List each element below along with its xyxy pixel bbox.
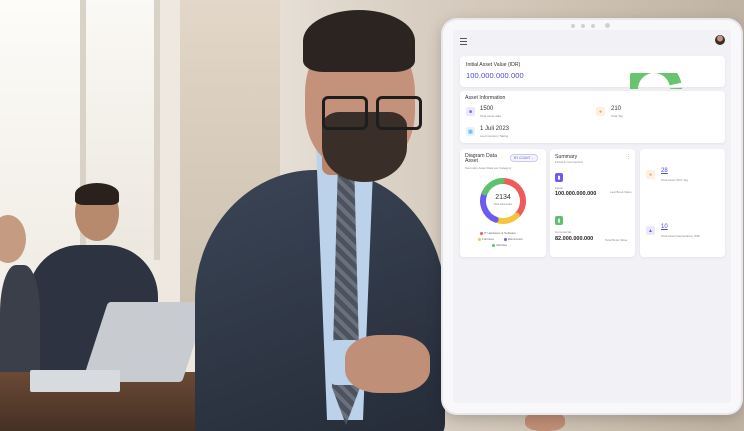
asset-depreciation-label: Total Asset Depreciation W/B xyxy=(661,234,700,238)
businessman-hand xyxy=(525,412,565,431)
asset-information-title: Asset Information xyxy=(465,95,506,101)
asset-depreciation-value[interactable]: 10 xyxy=(661,224,668,230)
donut-total: 2134 xyxy=(495,194,511,201)
asset-without-tag-value[interactable]: 28 xyxy=(661,168,668,174)
donut-chart xyxy=(480,178,526,224)
commercial-note: Total Book Value xyxy=(605,238,628,242)
colleague-hair xyxy=(75,183,119,205)
donut-total-label: Total Data Asset xyxy=(493,203,513,206)
diagram-subtitle: Summary Asset Data per Category xyxy=(465,166,512,170)
legend-item: IT Hardware & Software xyxy=(480,231,516,235)
box-icon: ■ xyxy=(466,107,475,116)
businessman-hair xyxy=(303,10,415,72)
tag-icon: ● xyxy=(596,107,605,116)
summary-subtitle: Fiscal & Commercial xyxy=(555,160,583,164)
tablet-sensor xyxy=(591,24,595,28)
total-asset-label: Total asset data xyxy=(480,114,502,118)
summary-card: Summary Fiscal & Commercial ⋮ ▮ Fiscal 1… xyxy=(550,149,635,257)
filter-label: BY COUNT xyxy=(514,156,531,160)
fiscal-icon: ▮ xyxy=(555,173,563,182)
tablet-sensor xyxy=(571,24,575,28)
more-vertical-icon[interactable]: ⋮ xyxy=(626,154,631,160)
donut-slice-3[interactable] xyxy=(481,178,505,196)
window-frame xyxy=(154,0,160,260)
fiscal-note: Last Book Value xyxy=(610,190,632,194)
legend-item: Furniture xyxy=(478,237,494,241)
user-avatar[interactable] xyxy=(715,35,725,45)
fiscal-value: 100.000.000.000 xyxy=(555,191,597,197)
total-tag-label: Total Tag xyxy=(611,114,623,118)
tablet-device: Initial Asset Value (IDR) 100.000.000.00… xyxy=(443,20,741,413)
hamburger-menu-icon[interactable] xyxy=(460,38,467,45)
calendar-icon: ▦ xyxy=(466,127,475,136)
tablet-sensor xyxy=(581,24,585,28)
legend-item: Electronics xyxy=(504,237,523,241)
colleague-figure xyxy=(0,265,40,385)
chart-icon: ▲ xyxy=(646,226,655,235)
initial-asset-card: Initial Asset Value (IDR) 100.000.000.00… xyxy=(460,56,725,89)
commercial-icon: ▮ xyxy=(555,216,563,225)
commercial-value: 82.000.000.000 xyxy=(555,236,594,242)
chevron-down-icon: ⌄ xyxy=(531,156,534,160)
asset-without-tag-label: Total Asset W/O Tag xyxy=(661,178,688,182)
last-inventory-value: 1 Juli 2023 xyxy=(480,126,510,132)
tag-icon: ● xyxy=(646,170,655,179)
fiscal-label: Fiscal xyxy=(555,186,563,190)
top-bar xyxy=(453,30,731,52)
total-asset-value: 1500 xyxy=(480,106,494,112)
businessman-hand xyxy=(345,335,430,393)
commercial-label: Commercial xyxy=(555,230,572,234)
stats-card: ● 28 Total Asset W/O Tag ▲ 10 Total Asse… xyxy=(640,149,725,257)
initial-asset-value: 100.000.000.000 xyxy=(466,71,524,80)
filter-dropdown[interactable]: BY COUNT ⌄ xyxy=(510,154,538,162)
tablet-camera xyxy=(605,23,610,28)
glasses xyxy=(320,92,424,130)
dashboard-screen: Initial Asset Value (IDR) 100.000.000.00… xyxy=(453,30,731,403)
donut-slice-1[interactable] xyxy=(493,212,520,224)
diagram-card: Diagram Data Asset Summary Asset Data pe… xyxy=(460,149,546,257)
asset-gauge xyxy=(630,73,712,89)
total-tag-value: 210 xyxy=(611,106,622,112)
laptop xyxy=(30,370,120,392)
legend-item: Vehicles xyxy=(492,243,507,247)
asset-information-card: Asset Information ■ 1500 Total asset dat… xyxy=(460,91,725,143)
initial-asset-title: Initial Asset Value (IDR) xyxy=(466,62,521,68)
diagram-title: Diagram Data Asset xyxy=(465,153,498,165)
last-inventory-label: Last inventory Taking xyxy=(480,134,509,138)
